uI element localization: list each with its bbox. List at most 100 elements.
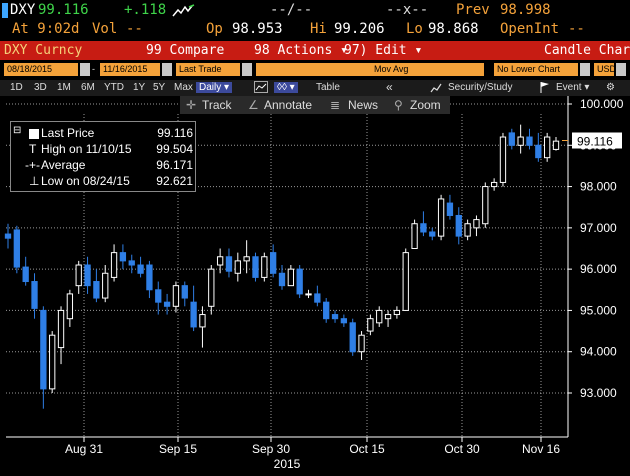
news-icon: ≣ [330, 98, 341, 112]
period-ytd[interactable]: YTD [104, 82, 124, 93]
candle-body [66, 293, 74, 320]
y-tick-label: 93.000 [580, 386, 617, 400]
x-tick-label: Aug 31 [65, 442, 103, 456]
candle-body [128, 260, 135, 266]
back-button[interactable]: « [386, 80, 393, 94]
price-field-dropdown-icon[interactable] [242, 63, 252, 76]
candle-body [296, 268, 303, 295]
x-tick-label: Oct 30 [444, 442, 480, 456]
candle-body [340, 318, 348, 324]
crosshair-icon: ✛ [186, 98, 197, 112]
gear-icon[interactable]: ⚙ [606, 82, 615, 93]
event-button[interactable]: Event ▾ [556, 82, 589, 93]
high-marker-icon: T [29, 142, 37, 156]
chart-legend: ⊟ Last Price 99.116 T High on 11/10/15 9… [10, 121, 196, 192]
legend-low-value: 92.621 [156, 174, 193, 188]
candle-body [367, 318, 374, 332]
candle-body [490, 181, 498, 188]
period-6m[interactable]: 6M [81, 82, 95, 93]
period-5y[interactable]: 5Y [153, 82, 165, 93]
candle-body [446, 202, 454, 216]
candle-body [252, 256, 259, 278]
candle-body [437, 198, 445, 237]
candle-body [358, 334, 365, 353]
event-flag-icon[interactable] [540, 82, 550, 96]
low-label: Lo [406, 21, 423, 37]
start-date-field[interactable]: 08/18/2015 [4, 63, 78, 76]
prev-value: 98.998 [500, 2, 551, 18]
sparkline-icon [172, 4, 195, 17]
period-1y[interactable]: 1Y [133, 82, 145, 93]
legend-last-price[interactable]: ⊟ Last Price 99.116 [11, 125, 197, 142]
legend-last-label: Last Price [41, 126, 95, 140]
open-value: 98.953 [232, 21, 283, 37]
collapse-icon[interactable]: ⊟ [13, 125, 21, 136]
period-max[interactable]: Max [174, 82, 193, 93]
vol-label: Vol [92, 21, 118, 37]
x-tick-label: Sep 30 [252, 442, 290, 456]
candle-body [411, 223, 418, 250]
actions-menu[interactable]: 98 Actions ▾ [254, 43, 348, 58]
x-axis-year-label: 2015 [274, 457, 301, 471]
mov-avg-field[interactable]: Mov Avg [256, 63, 484, 76]
date-controls: 08/18/2015 - 11/16/2015 Last Trade Mov A… [0, 61, 630, 80]
candle-body [84, 264, 91, 287]
security-study-icon[interactable] [430, 82, 442, 96]
candle-body [429, 231, 436, 237]
candle-body [420, 223, 427, 233]
price-field-select[interactable]: Last Trade [176, 63, 240, 76]
candle-body [57, 309, 65, 349]
currency-select[interactable]: USD [594, 63, 616, 76]
candle-body [243, 256, 250, 262]
chart-type-label: Candle Chart [544, 43, 630, 58]
news-button[interactable]: News [348, 98, 378, 112]
legend-average-value: 96.171 [156, 158, 193, 172]
candle-body [13, 229, 20, 268]
candle-body [499, 136, 507, 183]
candle-body [208, 268, 215, 307]
currency-dropdown-icon[interactable] [616, 63, 626, 76]
edit-menu[interactable]: 97) Edit ▾ [344, 43, 422, 58]
period-3d[interactable]: 3D [34, 82, 47, 93]
ticker-header: DXY 99.116 +.118 --/-- --x-- Prev 98.998… [0, 0, 630, 40]
candle-body [331, 314, 339, 320]
security-name[interactable]: DXY Curncy [4, 43, 82, 58]
start-calendar-icon[interactable] [80, 63, 90, 76]
compare-menu[interactable]: 99 Compare [146, 43, 224, 58]
candle-body [482, 186, 489, 225]
candle-body [305, 293, 312, 296]
indicator-select[interactable]: ◊◊ ▾ [274, 82, 298, 93]
zoom-button[interactable]: Zoom [410, 98, 441, 112]
period-1d[interactable]: 1D [10, 82, 23, 93]
high-value: 99.206 [334, 21, 385, 37]
lower-chart-select[interactable]: No Lower Chart [494, 63, 578, 76]
candle-body [110, 252, 118, 278]
candle-body [31, 281, 38, 309]
y-tick-label: 94.000 [580, 345, 617, 359]
ticker-mid2: --x-- [386, 2, 429, 18]
end-calendar-icon[interactable] [162, 63, 172, 76]
low-value: 98.868 [428, 21, 479, 37]
candle-body [40, 309, 47, 390]
line-chart-icon[interactable] [254, 81, 268, 96]
candle-body [190, 301, 197, 328]
candle-body [181, 285, 188, 299]
table-button[interactable]: Table [316, 82, 340, 93]
ticker-marker [2, 3, 8, 18]
candle-body [155, 289, 162, 303]
end-date-field[interactable]: 11/16/2015 [100, 63, 160, 76]
security-study-button[interactable]: Security/Study [448, 82, 512, 93]
track-button[interactable]: Track [202, 98, 232, 112]
legend-high-label: High on 11/10/15 [41, 142, 132, 156]
lower-chart-dropdown-icon[interactable] [580, 63, 590, 76]
candle-body [22, 266, 29, 283]
candle-body [349, 322, 356, 353]
x-tick-label: Sep 15 [159, 442, 197, 456]
candle-body [402, 252, 409, 311]
frequency-select[interactable]: Daily ▾ [196, 82, 233, 93]
candle-body [287, 268, 294, 287]
annotate-button[interactable]: Annotate [264, 98, 312, 112]
candle-body [4, 233, 12, 239]
candle-body [225, 256, 233, 272]
period-1m[interactable]: 1M [57, 82, 71, 93]
